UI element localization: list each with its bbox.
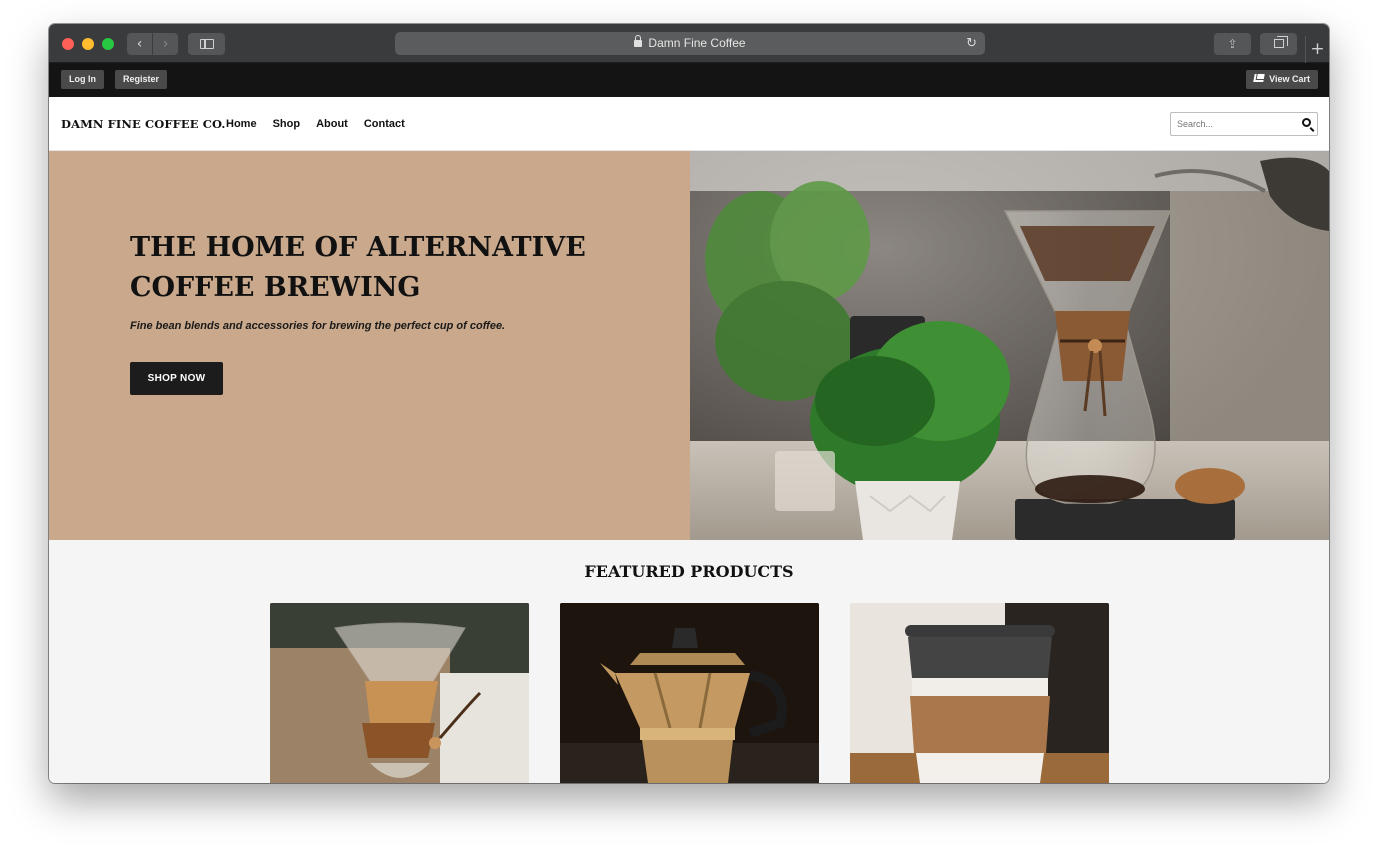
forward-button[interactable]: ›	[153, 33, 178, 55]
view-cart-label: View Cart	[1269, 74, 1310, 84]
site-navigation: DAMN FINE COFFEE CO. Home Shop About Con…	[49, 97, 1329, 151]
product-card-reusable-cup[interactable]	[850, 603, 1109, 783]
window-controls	[62, 38, 114, 50]
share-button[interactable]: ⇪	[1214, 33, 1251, 55]
reload-icon[interactable]: ↻	[966, 32, 977, 55]
account-bar: Log In Register View Cart	[49, 63, 1329, 97]
tab-overview-button[interactable]	[1260, 33, 1297, 55]
nav-item-home[interactable]: Home	[226, 118, 257, 130]
moka-pot-image	[560, 603, 819, 783]
view-cart-button[interactable]: View Cart	[1246, 70, 1318, 89]
brand-logo[interactable]: DAMN FINE COFFEE CO.	[61, 117, 226, 131]
address-bar[interactable]: Damn Fine Coffee ↻	[395, 32, 985, 55]
register-button[interactable]: Register	[115, 70, 168, 89]
browser-window: ‹ › Damn Fine Coffee ↻ ⇪ + Log In Regist…	[49, 24, 1329, 783]
nav-item-contact[interactable]: Contact	[364, 118, 405, 130]
sidebar-icon	[200, 39, 214, 49]
shop-now-button[interactable]: SHOP NOW	[130, 362, 223, 395]
minimize-window-button[interactable]	[82, 38, 94, 50]
hero-text-panel: THE HOME OF ALTERNATIVE COFFEE BREWING F…	[49, 151, 690, 540]
hero-banner: THE HOME OF ALTERNATIVE COFFEE BREWING F…	[49, 151, 1329, 540]
reusable-cup-image	[850, 603, 1109, 783]
cart-icon	[1253, 74, 1265, 82]
tabs-icon	[1274, 36, 1288, 48]
product-card-chemex[interactable]	[270, 603, 529, 783]
hero-photo	[690, 151, 1329, 540]
back-button[interactable]: ‹	[127, 33, 152, 55]
close-window-button[interactable]	[62, 38, 74, 50]
zoom-window-button[interactable]	[102, 38, 114, 50]
hero-image	[690, 151, 1329, 540]
hero-subtitle: Fine bean blends and accessories for bre…	[130, 320, 506, 332]
search-input[interactable]	[1171, 113, 1291, 135]
address-title: Damn Fine Coffee	[648, 36, 746, 50]
lock-icon	[634, 35, 643, 47]
featured-products-heading: FEATURED PRODUCTS	[584, 562, 794, 581]
product-card-moka-pot[interactable]	[560, 603, 819, 783]
chemex-image	[270, 603, 529, 783]
featured-products-section: FEATURED PRODUCTS	[49, 540, 1329, 783]
search-box	[1170, 112, 1318, 136]
search-icon[interactable]	[1302, 118, 1311, 127]
main-menu: Home Shop About Contact	[226, 118, 405, 130]
hero-title: THE HOME OF ALTERNATIVE COFFEE BREWING	[130, 232, 586, 303]
nav-item-shop[interactable]: Shop	[273, 118, 301, 130]
nav-item-about[interactable]: About	[316, 118, 348, 130]
browser-toolbar: ‹ › Damn Fine Coffee ↻ ⇪ +	[49, 24, 1329, 63]
sidebar-toggle-button[interactable]	[188, 33, 225, 55]
new-tab-button[interactable]: +	[1305, 36, 1329, 63]
login-button[interactable]: Log In	[61, 70, 104, 89]
